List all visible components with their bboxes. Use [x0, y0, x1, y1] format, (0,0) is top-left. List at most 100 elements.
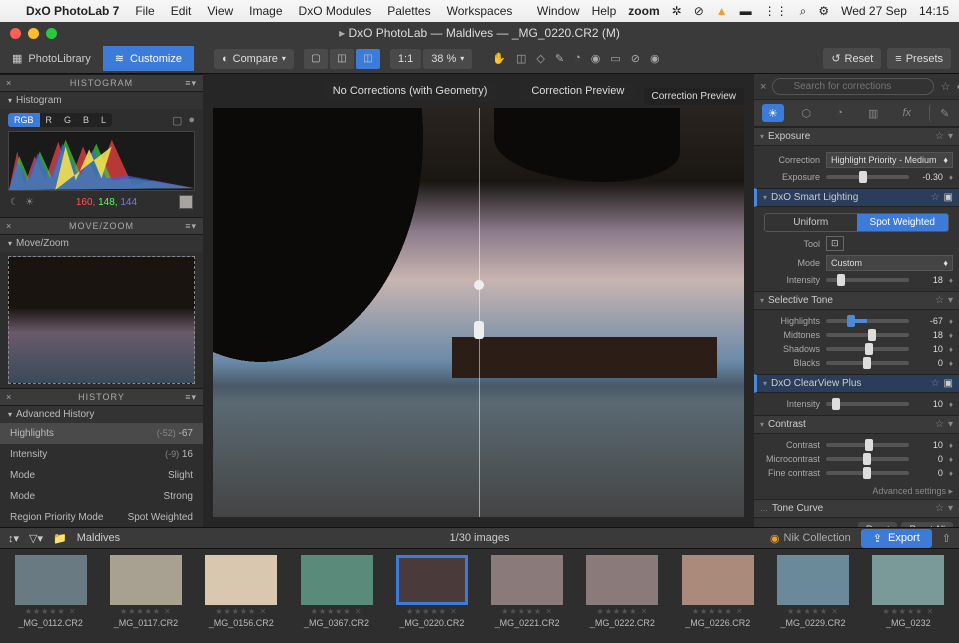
menu-dxo-modules[interactable]: DxO Modules	[299, 4, 372, 18]
star-icon[interactable]: ☆	[940, 80, 950, 93]
wb-tool-icon[interactable]: ✎	[555, 52, 564, 65]
clearview-section-header[interactable]: ▾DxO ClearView Plus☆▣	[754, 374, 959, 393]
channel-b[interactable]: B	[77, 113, 95, 127]
history-row[interactable]: Region Priority Mode Spot Weighted	[0, 507, 203, 527]
tone-slider[interactable]	[826, 361, 909, 365]
control-center-icon[interactable]: ⚙	[818, 4, 829, 18]
selectivetone-section-header[interactable]: ▾Selective Tone☆▾	[754, 291, 959, 310]
collapse-icon[interactable]: ×	[6, 221, 12, 231]
tone-slider[interactable]	[826, 347, 909, 351]
minimize-window[interactable]	[28, 28, 39, 39]
thumbnail[interactable]: ★★★★★ ✕_MG_0367.CR2	[294, 555, 379, 643]
menu-help[interactable]: Help	[592, 4, 617, 18]
contrast-slider[interactable]	[826, 457, 909, 461]
mask-tool-icon[interactable]: ▭	[610, 52, 620, 65]
menu-workspaces[interactable]: Workspaces	[447, 4, 513, 18]
menubar-date[interactable]: Wed 27 Sep	[841, 4, 907, 18]
search-input[interactable]	[772, 78, 934, 95]
export-button[interactable]: ⇪Export	[861, 529, 932, 548]
correction-dropdown[interactable]: Highlight Priority - Medium♦	[826, 152, 953, 168]
rating-stars[interactable]: ★★★★★ ✕	[25, 607, 77, 616]
star-icon[interactable]: ☆	[935, 295, 944, 306]
history-row[interactable]: Intensity(-9) 16	[0, 444, 203, 465]
tonecurve-section-header[interactable]: …Tone Curve☆▾	[754, 499, 959, 518]
thumbnail[interactable]: ★★★★★ ✕_MG_0232	[866, 555, 951, 643]
thumbnail[interactable]: ★★★★★ ✕_MG_0221.CR2	[484, 555, 569, 643]
tag-tool-icon[interactable]: ⊘	[631, 52, 640, 65]
collapse-icon[interactable]: ×	[6, 392, 12, 402]
contrast-slider[interactable]	[826, 443, 909, 447]
history-header[interactable]: ×HISTORY≡▾	[0, 388, 203, 406]
rating-stars[interactable]: ★★★★★ ✕	[406, 607, 458, 616]
channel-l[interactable]: L	[95, 113, 112, 127]
clip-icon[interactable]: ●	[188, 114, 195, 127]
rating-stars[interactable]: ★★★★★ ✕	[311, 607, 363, 616]
menu-image[interactable]: Image	[249, 4, 282, 18]
mode-dropdown[interactable]: Custom♦	[826, 255, 953, 271]
channel-rgb[interactable]: RGB	[8, 113, 40, 127]
history-row[interactable]: Mode Slight	[0, 465, 203, 486]
app-name[interactable]: DxO PhotoLab 7	[26, 4, 119, 18]
star-icon[interactable]: ☆	[935, 419, 944, 430]
photolibrary-tab[interactable]: ▦PhotoLibrary	[0, 46, 103, 71]
tone-slider[interactable]	[826, 333, 909, 337]
histogram-header[interactable]: ×HISTOGRAM≡▾	[0, 74, 203, 92]
presets-button[interactable]: ≡Presets	[887, 48, 951, 69]
thumbnail[interactable]: ★★★★★ ✕_MG_0156.CR2	[199, 555, 284, 643]
share-icon[interactable]: ⇧	[942, 532, 951, 545]
toggle-icon[interactable]: ▣	[944, 192, 953, 203]
menubar-time[interactable]: 14:15	[919, 4, 949, 18]
channel-r[interactable]: R	[40, 113, 59, 127]
rating-stars[interactable]: ★★★★★ ✕	[120, 607, 172, 616]
customize-tab[interactable]: ≋Customize	[103, 46, 194, 71]
redeye-tool-icon[interactable]: ◉	[591, 52, 601, 65]
thumbnail[interactable]: ★★★★★ ✕_MG_0229.CR2	[770, 555, 855, 643]
contrast-section-header[interactable]: ▾Contrast☆▾	[754, 415, 959, 434]
thumbnail[interactable]: ★★★★★ ✕_MG_0226.CR2	[675, 555, 760, 643]
zoom-app[interactable]: zoom	[628, 4, 659, 18]
star-icon[interactable]: ☆	[931, 378, 940, 389]
zoom-ratio[interactable]: 1:1	[390, 49, 421, 69]
zoom-percent[interactable]: 38 %▾	[423, 49, 472, 69]
brush-icon[interactable]: ✎	[929, 104, 951, 122]
panel-menu-icon[interactable]: ≡▾	[185, 392, 197, 403]
sort-icon[interactable]: ↕▾	[8, 532, 19, 545]
history-row[interactable]: Mode Strong	[0, 486, 203, 507]
crop-tool-icon[interactable]: ◫	[516, 52, 526, 65]
history-row[interactable]: Highlights(-52) -67	[0, 423, 203, 444]
movezoom-subheader[interactable]: ▾Move/Zoom	[0, 235, 203, 252]
divider-grip[interactable]	[474, 321, 484, 339]
smartlighting-section-header[interactable]: ▾DxO Smart Lighting☆▣	[754, 188, 959, 207]
navigator-thumbnail[interactable]	[8, 256, 195, 384]
rating-stars[interactable]: ★★★★★ ✕	[501, 607, 553, 616]
collapse-icon[interactable]: ×	[6, 78, 12, 88]
toggle-icon[interactable]: ▣	[944, 378, 953, 389]
menu-view[interactable]: View	[207, 4, 233, 18]
close-window[interactable]	[10, 28, 21, 39]
light-category-icon[interactable]: ☀	[762, 104, 784, 122]
menu-palettes[interactable]: Palettes	[387, 4, 430, 18]
menu-edit[interactable]: Edit	[171, 4, 192, 18]
star-icon[interactable]: ☆	[931, 192, 940, 203]
clearview-slider[interactable]	[826, 402, 909, 406]
thumbnail[interactable]: ★★★★★ ✕_MG_0117.CR2	[103, 555, 188, 643]
preview-tool-icon[interactable]: ◉	[650, 52, 660, 65]
reset-button[interactable]: ↺Reset	[823, 48, 881, 69]
straighten-tool-icon[interactable]: ◇	[536, 52, 544, 65]
view-mode-1[interactable]: ▢	[304, 49, 328, 69]
movezoom-header[interactable]: ×MOVE/ZOOM≡▾	[0, 217, 203, 235]
compare-divider[interactable]	[479, 108, 480, 517]
panel-menu-icon[interactable]: ≡▾	[185, 221, 197, 232]
rating-stars[interactable]: ★★★★★ ✕	[787, 607, 839, 616]
tool-picker[interactable]: ⊡	[826, 236, 844, 251]
star-icon[interactable]: ☆	[935, 131, 944, 142]
nik-collection-button[interactable]: ◉Nik Collection	[770, 532, 851, 545]
histogram-subheader[interactable]: ▾Histogram	[0, 92, 203, 109]
view-mode-split[interactable]: ◫	[356, 49, 380, 69]
repair-tool-icon[interactable]: ◔	[574, 52, 581, 65]
panel-menu-icon[interactable]: ≡▾	[185, 78, 197, 89]
shadow-clip-icon[interactable]: ☾	[10, 197, 19, 208]
channel-g[interactable]: G	[58, 113, 77, 127]
rating-stars[interactable]: ★★★★★ ✕	[597, 607, 649, 616]
view-mode-2[interactable]: ◫	[330, 49, 354, 69]
